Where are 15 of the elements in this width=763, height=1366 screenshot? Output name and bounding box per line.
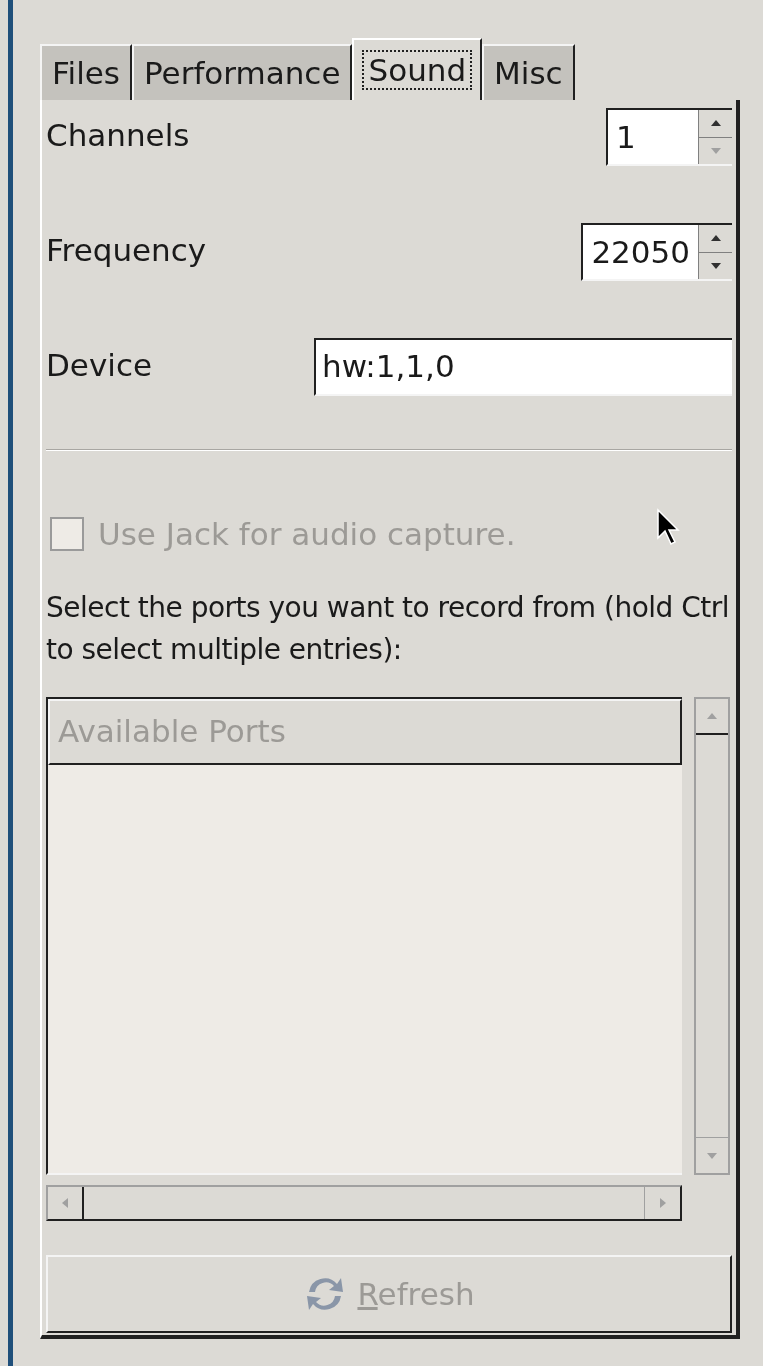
ports-hint: Select the ports you want to record from (hold Ctrl to select multiple entries):: [46, 590, 731, 668]
tab[interactable]: Misc: [482, 44, 575, 100]
setting-label: Frequency: [46, 231, 207, 270]
spin-field[interactable]: 22050: [581, 223, 732, 281]
spin-field[interactable]: 1: [606, 108, 732, 166]
tab[interactable]: Files: [40, 44, 133, 100]
cursor-icon: [656, 508, 682, 548]
setting-label: Channels: [46, 116, 190, 155]
tab[interactable]: Sound: [352, 38, 483, 100]
device-field[interactable]: hw:1,1,0: [314, 338, 732, 396]
checkbox-label: Use Jack for audio capture.: [98, 514, 516, 554]
horizontal-scrollbar[interactable]: [46, 1185, 682, 1221]
vertical-scrollbar[interactable]: [694, 697, 730, 1175]
tab[interactable]: Performance: [132, 44, 353, 100]
setting-label: Device: [46, 346, 153, 385]
